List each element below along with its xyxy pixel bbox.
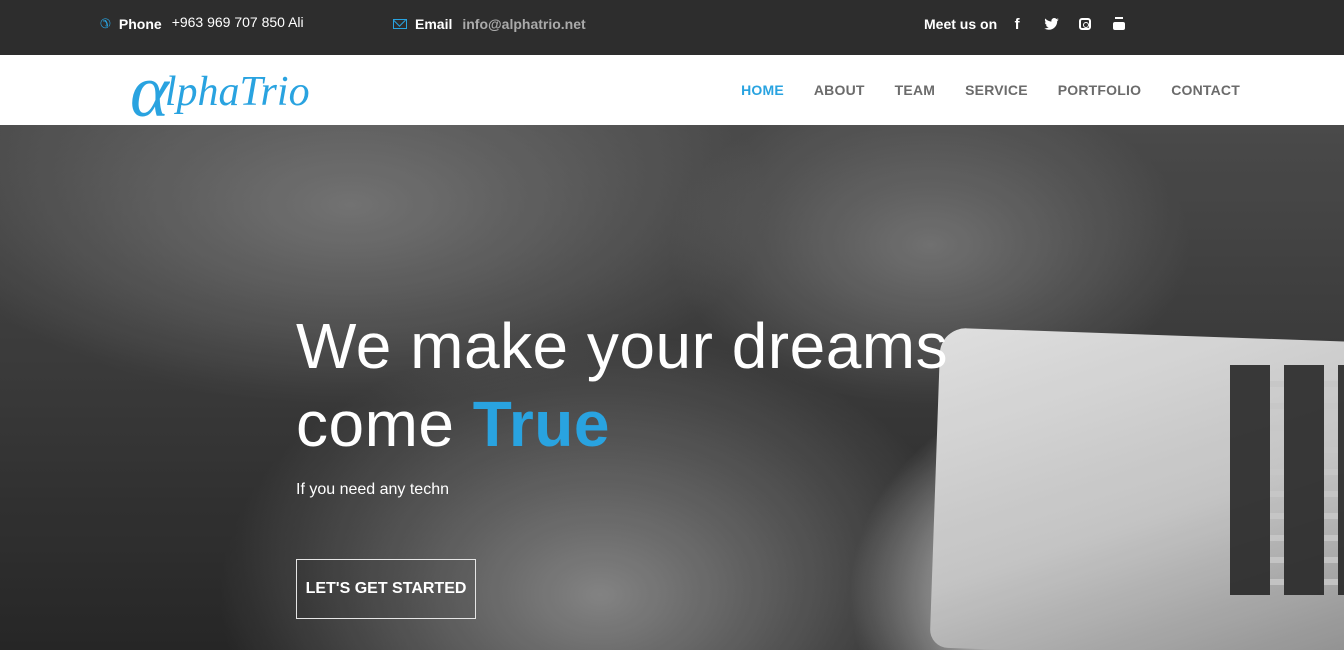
- headline-line-2: come: [296, 388, 473, 460]
- alphatrio-logo[interactable]: α lphaTrio: [130, 51, 310, 133]
- phone-number: +963 969 707 850 Ali: [171, 14, 304, 30]
- nav-portfolio[interactable]: PORTFOLIO: [1058, 82, 1141, 98]
- phone-icon: ✆: [100, 16, 111, 31]
- phone-label: Phone: [118, 16, 162, 32]
- envelope-icon: [393, 19, 407, 29]
- phone-info: ✆ Phone +963 969 707 850 Ali: [100, 13, 304, 35]
- get-started-button[interactable]: LET'S GET STARTED: [296, 559, 476, 619]
- nav-team[interactable]: TEAM: [895, 82, 935, 98]
- hero-subtitle: If you need any techn: [296, 481, 449, 498]
- instagram-icon[interactable]: [1068, 18, 1102, 30]
- top-bar: ✆ Phone +963 969 707 850 Ali Email info@…: [0, 0, 1344, 55]
- nav-contact[interactable]: CONTACT: [1171, 82, 1240, 98]
- hero-headline: We make your dreams come True: [296, 307, 1056, 463]
- main-navbar: α lphaTrio HOME ABOUT TEAM SERVICE PORTF…: [0, 51, 1344, 133]
- logo-text: lphaTrio: [164, 69, 310, 115]
- nav-menu: HOME ABOUT TEAM SERVICE PORTFOLIO CONTAC…: [711, 55, 1240, 125]
- twitter-icon[interactable]: [1034, 18, 1068, 30]
- headline-accent: True: [472, 388, 610, 460]
- hero-section: We make your dreams come True If you nee…: [0, 125, 1344, 650]
- facebook-icon[interactable]: f: [1000, 16, 1034, 33]
- email-link[interactable]: info@alphatrio.net: [462, 16, 585, 32]
- nav-home[interactable]: HOME: [741, 82, 784, 98]
- social-links: Meet us on f: [924, 13, 1136, 35]
- logo-alpha: α: [130, 51, 169, 133]
- nav-about[interactable]: ABOUT: [814, 82, 865, 98]
- headline-line-1: We make your dreams: [296, 310, 949, 382]
- meet-us-label: Meet us on: [924, 16, 998, 32]
- email-label: Email: [415, 16, 453, 32]
- nav-service[interactable]: SERVICE: [965, 82, 1028, 98]
- email-info: Email info@alphatrio.net: [393, 13, 586, 35]
- youtube-icon[interactable]: [1102, 17, 1136, 31]
